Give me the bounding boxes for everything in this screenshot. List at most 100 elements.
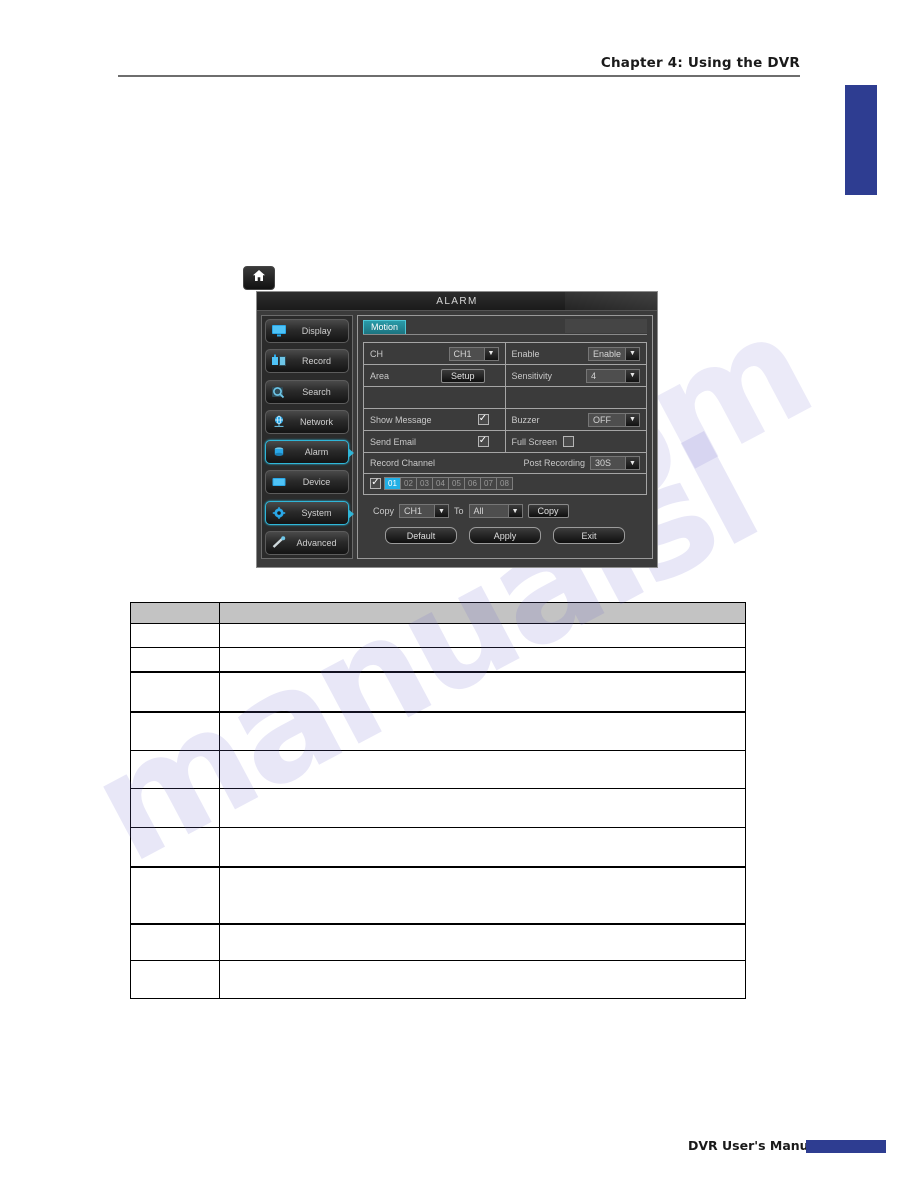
- copy-target-select[interactable]: All ▼: [468, 504, 523, 518]
- dvr-main-pane: Motion CH CH1 ▼ Enable Enable ▼ Area Set…: [357, 315, 653, 559]
- copy-source-select[interactable]: CH1 ▼: [399, 504, 450, 518]
- table-cell-term: [130, 866, 220, 925]
- table-row: [130, 866, 746, 925]
- channel-chips: 01 02 03 04 05 06 07 08: [384, 477, 513, 490]
- settings-row-showmessage-buzzer: Show Message ✓ Buzzer OFF ▼: [364, 409, 646, 431]
- record-all-checkbox[interactable]: ✓: [370, 478, 381, 489]
- channel-chip-07[interactable]: 07: [481, 478, 497, 489]
- home-button[interactable]: [243, 266, 275, 290]
- globe-icon: [269, 413, 289, 431]
- sidebar-label-display: Display: [301, 326, 332, 336]
- camera-icon: [269, 352, 289, 370]
- table-cell-desc: [219, 671, 746, 713]
- channel-chip-08[interactable]: 08: [497, 478, 512, 489]
- page-header-title: Chapter 4: Using the DVR: [600, 55, 800, 71]
- dvr-settings-window: ALARM Display Record Search Network Alar…: [256, 291, 658, 568]
- table-header-cell-2: [219, 602, 746, 624]
- table-row: [130, 923, 746, 961]
- copy-row: Copy CH1 ▼ To All ▼ Copy: [363, 504, 647, 518]
- channel-chip-05[interactable]: 05: [449, 478, 465, 489]
- field-full-screen: Full Screen: [506, 431, 647, 452]
- field-area: Area Setup: [364, 365, 506, 386]
- channel-row: ✓ 01 02 03 04 05 06 07 08: [364, 476, 519, 492]
- label-area: Area: [370, 370, 390, 381]
- sidebar-label-network: Network: [299, 416, 333, 427]
- area-setup-button[interactable]: Setup: [440, 368, 485, 383]
- monitor-icon: [269, 322, 289, 340]
- default-button[interactable]: Default: [385, 527, 457, 544]
- table-cell-desc: [219, 788, 746, 828]
- chevron-down-icon: ▼: [434, 505, 449, 517]
- label-buzzer: Buzzer: [511, 414, 540, 425]
- ch-select[interactable]: CH1 ▼: [448, 346, 499, 361]
- dvr-body: Display Record Search Network Alarm Devi…: [257, 311, 657, 563]
- sidebar-item-device[interactable]: Device: [265, 470, 349, 495]
- full-screen-checkbox[interactable]: [563, 436, 575, 447]
- sensitivity-select[interactable]: 4 ▼: [586, 368, 640, 383]
- table-row: [130, 711, 746, 751]
- channel-chip-container: ✓ 01 02 03 04 05 06 07 08: [364, 474, 646, 494]
- sidebar-item-network[interactable]: Network: [265, 409, 349, 434]
- sidebar-item-advanced[interactable]: Advanced: [265, 530, 349, 555]
- page-side-tab: [845, 85, 877, 195]
- sidebar-item-record[interactable]: Record: [265, 349, 349, 374]
- enable-select[interactable]: Enable ▼: [587, 346, 640, 361]
- buzzer-select-value: OFF: [593, 414, 611, 425]
- table-cell-term: [130, 623, 220, 648]
- channel-chip-03[interactable]: 03: [417, 478, 433, 489]
- show-message-checkbox[interactable]: ✓: [477, 414, 489, 425]
- table-body: [130, 623, 746, 999]
- table-cell-desc: [219, 647, 746, 673]
- sidebar-item-alarm[interactable]: Alarm: [265, 440, 354, 465]
- header-divider-rule: [118, 75, 800, 77]
- channel-chip-02[interactable]: 02: [401, 478, 417, 489]
- enable-select-value: Enable: [592, 348, 621, 359]
- post-recording-select[interactable]: 30S ▼: [590, 456, 640, 470]
- post-recording-value: 30S: [595, 458, 612, 468]
- copy-button[interactable]: Copy: [527, 504, 569, 518]
- label-full-screen: Full Screen: [511, 436, 558, 447]
- apply-button[interactable]: Apply: [469, 527, 541, 544]
- table-row: [130, 647, 746, 673]
- sidebar-item-system[interactable]: System: [265, 500, 354, 525]
- table-row: [130, 827, 746, 868]
- chevron-down-icon: ▼: [507, 505, 522, 517]
- bell-icon: [269, 443, 289, 461]
- table-cell-term: [130, 827, 220, 868]
- page-footer-title: DVR User's Manual: [688, 1138, 822, 1153]
- channel-chip-04[interactable]: 04: [433, 478, 449, 489]
- tab-motion[interactable]: Motion: [363, 320, 407, 334]
- sidebar-label-device: Device: [302, 477, 331, 488]
- home-icon: [252, 269, 266, 287]
- dvr-sidebar: Display Record Search Network Alarm Devi…: [261, 315, 354, 559]
- buzzer-select[interactable]: OFF ▼: [588, 412, 640, 427]
- table-cell-term: [130, 960, 220, 999]
- exit-button[interactable]: Exit: [553, 527, 625, 544]
- label-show-message: Show Message: [370, 414, 432, 425]
- dvr-title-bar: ALARM: [257, 292, 657, 311]
- field-empty-left: [364, 387, 506, 408]
- sidebar-item-display[interactable]: Display: [265, 319, 349, 343]
- table-cell-term: [130, 647, 220, 673]
- label-record-channel: Record Channel: [370, 458, 436, 468]
- title-gloss: [565, 292, 657, 310]
- send-email-checkbox[interactable]: ✓: [477, 435, 489, 447]
- sidebar-label-alarm: Alarm: [304, 447, 329, 458]
- wrench-icon: [269, 534, 289, 552]
- settings-row-empty: [364, 387, 646, 409]
- field-record-channel: Record Channel Post Recording 30S ▼: [364, 453, 646, 473]
- settings-row-ch-enable: CH CH1 ▼ Enable Enable ▼: [364, 343, 646, 365]
- table-header-cell-1: [130, 602, 220, 624]
- table-cell-term: [130, 788, 220, 828]
- chevron-down-icon: ▼: [483, 347, 498, 360]
- sidebar-label-advanced: Advanced: [296, 537, 337, 548]
- table-row: [130, 750, 746, 789]
- sidebar-item-search[interactable]: Search: [265, 379, 349, 404]
- table-row: [130, 623, 746, 648]
- table-cell-desc: [219, 960, 746, 999]
- label-sensitivity: Sensitivity: [511, 370, 553, 381]
- channel-chip-06[interactable]: 06: [465, 478, 481, 489]
- check-icon: ✓: [478, 435, 488, 446]
- chevron-down-icon: ▼: [625, 457, 639, 469]
- channel-chip-01[interactable]: 01: [385, 478, 401, 489]
